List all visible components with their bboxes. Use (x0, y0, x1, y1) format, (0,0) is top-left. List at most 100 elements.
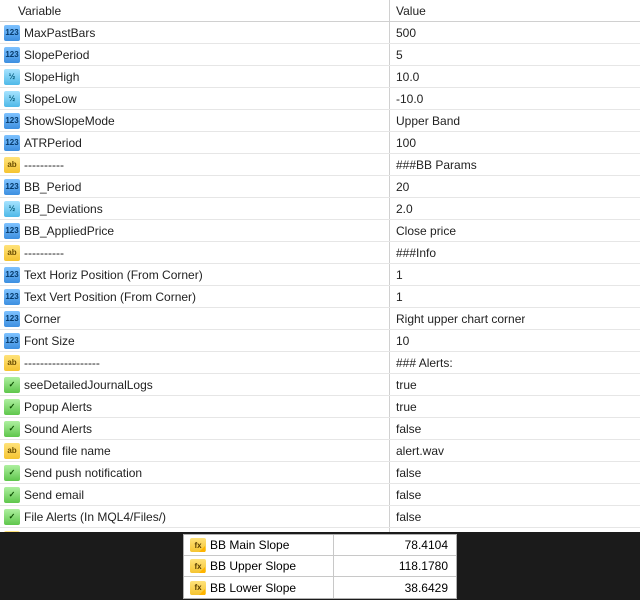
param-variable-cell[interactable]: ab Sound file name (0, 440, 390, 461)
inputs-header-row: Variable Value (0, 0, 640, 22)
inputs-table: Variable Value 123MaxPastBars500123Slope… (0, 0, 640, 532)
param-value-cell[interactable]: false (390, 418, 640, 439)
string-type-icon: ab (4, 443, 20, 459)
param-value-label: Right upper chart corner (396, 312, 525, 326)
param-row[interactable]: 123 ATRPeriod 100 (0, 132, 640, 154)
param-variable-cell[interactable]: 123ShowSlopeMode (0, 110, 390, 131)
bool-type-icon: ✓ (4, 377, 20, 393)
int-type-icon: 123 (4, 135, 20, 151)
param-value-cell[interactable]: alert.wav (390, 440, 640, 461)
param-variable-cell[interactable]: ab---------- (0, 154, 390, 175)
param-value-cell[interactable]: 100 (390, 132, 640, 153)
param-row[interactable]: ✓Send push notificationfalse (0, 462, 640, 484)
param-value-cell[interactable]: Upper Band (390, 110, 640, 131)
param-row[interactable]: 123Corner Right upper chart corner (0, 308, 640, 330)
param-variable-cell[interactable]: 123MaxPastBars (0, 22, 390, 43)
param-variable-label: Popup Alerts (24, 400, 92, 414)
param-row[interactable]: 123 BB_Period 20 (0, 176, 640, 198)
param-row[interactable]: ✓File Alerts (In MQL4/Files/)false (0, 506, 640, 528)
param-variable-cell[interactable]: 123Text Horiz Position (From Corner) (0, 264, 390, 285)
param-variable-cell[interactable]: 123BB_AppliedPrice (0, 220, 390, 241)
param-value-label: 5 (396, 48, 403, 62)
param-variable-label: BB_AppliedPrice (24, 224, 114, 238)
param-variable-label: Corner (24, 312, 61, 326)
data-window-value-label: 118.1780 (399, 559, 448, 573)
param-row[interactable]: ½SlopeLow-10.0 (0, 88, 640, 110)
param-row[interactable]: ab----------###Info (0, 242, 640, 264)
param-variable-cell[interactable]: ✓Send email (0, 484, 390, 505)
param-variable-cell[interactable]: 123Corner (0, 308, 390, 329)
param-variable-cell[interactable]: ½SlopeLow (0, 88, 390, 109)
param-row[interactable]: ✓Popup Alertstrue (0, 396, 640, 418)
param-value-cell[interactable]: ###BB Params (390, 154, 640, 175)
param-row[interactable]: 123BB_AppliedPriceClose price (0, 220, 640, 242)
param-row[interactable]: 123MaxPastBars500 (0, 22, 640, 44)
param-variable-cell[interactable]: 123 BB_Period (0, 176, 390, 197)
param-value-cell[interactable]: 5 (390, 44, 640, 65)
param-value-label: 1 (396, 268, 403, 282)
param-variable-cell[interactable]: ✓Sound Alerts (0, 418, 390, 439)
param-variable-cell[interactable]: ✓Popup Alerts (0, 396, 390, 417)
header-variable[interactable]: Variable (0, 0, 390, 21)
param-row[interactable]: 123ShowSlopeModeUpper Band (0, 110, 640, 132)
param-value-cell[interactable]: false (390, 484, 640, 505)
param-value-cell[interactable]: 2.0 (390, 198, 640, 219)
param-variable-label: ATRPeriod (24, 136, 82, 150)
param-value-cell[interactable]: 10 (390, 330, 640, 351)
data-window-name-cell: fxBB Lower Slope (184, 577, 334, 598)
int-type-icon: 123 (4, 179, 20, 195)
param-variable-cell[interactable]: ab---------- (0, 242, 390, 263)
param-value-cell[interactable]: Right upper chart corner (390, 308, 640, 329)
param-value-cell[interactable]: 1 (390, 264, 640, 285)
param-row[interactable]: ✓Sound Alertsfalse (0, 418, 640, 440)
param-row[interactable]: ✓ seeDetailedJournalLogs true (0, 374, 640, 396)
param-value-cell[interactable]: 10.0 (390, 66, 640, 87)
param-value-cell[interactable]: 20 (390, 176, 640, 197)
param-row[interactable]: 123Text Vert Position (From Corner)1 (0, 286, 640, 308)
param-value-cell[interactable]: Close price (390, 220, 640, 241)
param-row[interactable]: ½BB_Deviations2.0 (0, 198, 640, 220)
param-variable-cell[interactable]: 123SlopePeriod (0, 44, 390, 65)
param-variable-cell[interactable]: 123Font Size (0, 330, 390, 351)
param-variable-cell[interactable]: 123Text Vert Position (From Corner) (0, 286, 390, 307)
param-variable-cell[interactable]: ✓File Alerts (In MQL4/Files/) (0, 506, 390, 527)
param-value-cell[interactable]: -10.0 (390, 88, 640, 109)
param-value-cell[interactable]: 1 (390, 286, 640, 307)
data-window-value-label: 78.4104 (405, 538, 448, 552)
param-value-cell[interactable]: true (390, 396, 640, 417)
param-row[interactable]: ab Sound file name alert.wav (0, 440, 640, 462)
bool-type-icon: ✓ (4, 487, 20, 503)
param-variable-label: MaxPastBars (24, 26, 95, 40)
param-variable-cell[interactable]: ½SlopeHigh (0, 66, 390, 87)
param-value-label: 100 (396, 136, 416, 150)
param-row[interactable]: 123Font Size10 (0, 330, 640, 352)
double-type-icon: ½ (4, 201, 20, 217)
param-value-cell[interactable]: ### Alerts: (390, 352, 640, 373)
header-value[interactable]: Value (390, 0, 640, 21)
param-variable-label: Sound file name (24, 444, 111, 458)
param-row[interactable]: ✓Send emailfalse (0, 484, 640, 506)
param-value-cell[interactable]: 500 (390, 22, 640, 43)
param-variable-label: BB_Period (24, 180, 81, 194)
param-variable-cell[interactable]: ½BB_Deviations (0, 198, 390, 219)
param-variable-label: ------------------- (24, 356, 100, 370)
param-variable-cell[interactable]: 123 ATRPeriod (0, 132, 390, 153)
param-variable-label: Sound Alerts (24, 422, 92, 436)
param-value-label: ###BB Params (396, 158, 477, 172)
param-value-cell[interactable]: ###Info (390, 242, 640, 263)
param-variable-cell[interactable]: ✓Send push notification (0, 462, 390, 483)
param-variable-cell[interactable]: ab------------------- (0, 352, 390, 373)
param-row[interactable]: 123SlopePeriod 5 (0, 44, 640, 66)
param-row[interactable]: ½SlopeHigh10.0 (0, 66, 640, 88)
param-variable-label: seeDetailedJournalLogs (24, 378, 153, 392)
param-value-cell[interactable]: false (390, 506, 640, 527)
param-row[interactable]: ab---------- ###BB Params (0, 154, 640, 176)
param-row[interactable]: 123Text Horiz Position (From Corner) 1 (0, 264, 640, 286)
string-type-icon: ab (4, 157, 20, 173)
param-variable-cell[interactable]: ✓ seeDetailedJournalLogs (0, 374, 390, 395)
param-value-cell[interactable]: true (390, 374, 640, 395)
param-variable-label: SlopeHigh (24, 70, 79, 84)
param-row[interactable]: ab-------------------### Alerts: (0, 352, 640, 374)
param-value-cell[interactable]: false (390, 462, 640, 483)
data-window-footer: fxBB Main Slope78.4104fxBB Upper Slope11… (0, 532, 640, 600)
